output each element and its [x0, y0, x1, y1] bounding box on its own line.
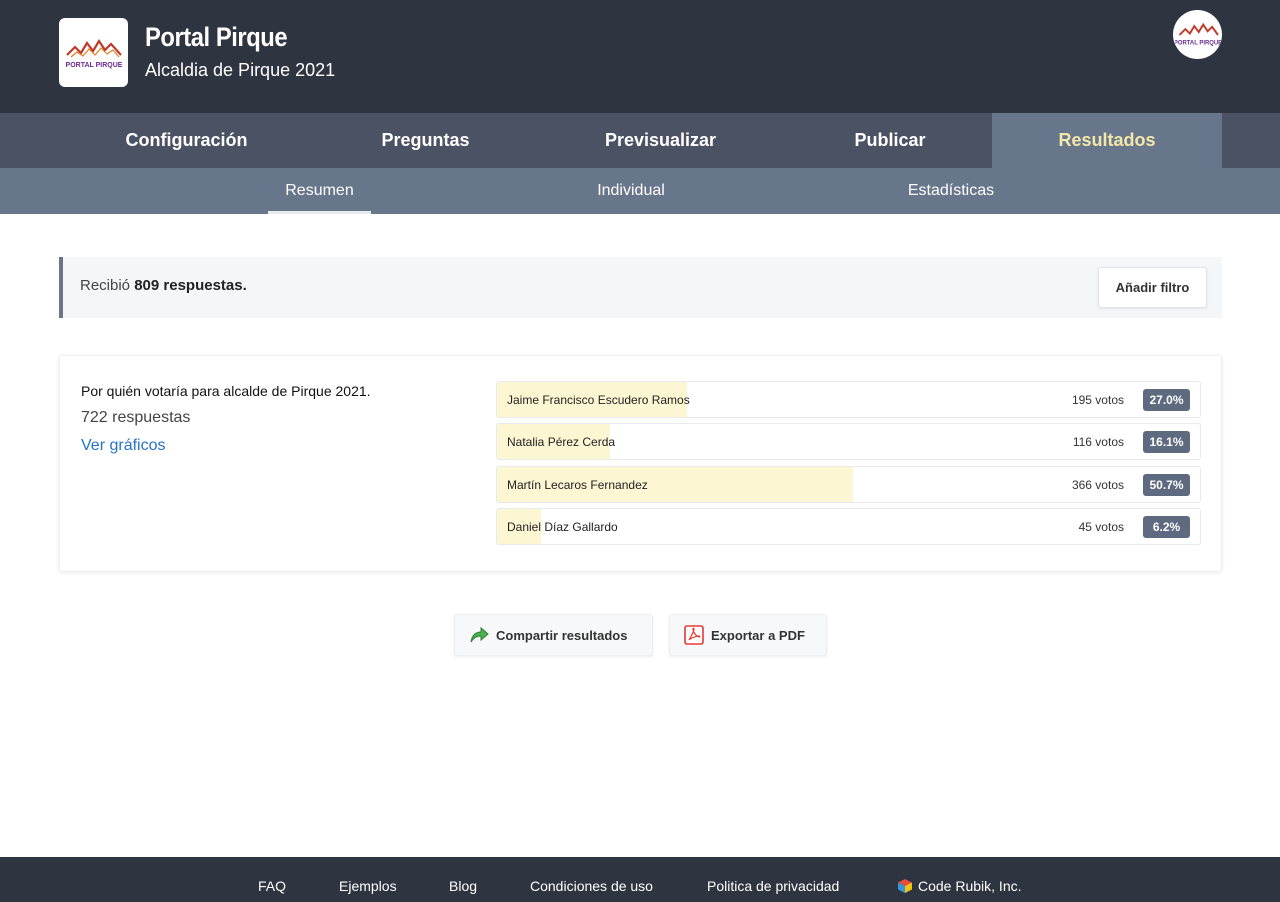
- share-results-button[interactable]: Compartir resultados: [454, 614, 653, 656]
- answer-label: Natalia Pérez Cerda: [507, 435, 616, 449]
- export-pdf-label: Exportar a PDF: [711, 627, 805, 643]
- subtab-resumen[interactable]: Resumen: [268, 168, 371, 214]
- share-results-label: Compartir resultados: [496, 627, 628, 643]
- answer-percent-badge: 6.2%: [1143, 516, 1190, 538]
- tab-previsualizar[interactable]: Previsualizar: [533, 113, 788, 168]
- avatar-logo-text: PORTAL PIRQUE: [1175, 40, 1221, 46]
- tab-publicar[interactable]: Publicar: [788, 113, 992, 168]
- brand-logo[interactable]: PORTAL PIRQUE: [59, 18, 128, 87]
- main-tabs: Configuración Preguntas Previsualizar Pu…: [0, 113, 1280, 168]
- summary-count: 809 respuestas.: [134, 277, 247, 294]
- responses-summary: Recibió 809 respuestas. Añadir filtro: [59, 257, 1222, 318]
- answer-votes: 366 votos: [1071, 478, 1124, 492]
- subtab-individual[interactable]: Individual: [580, 168, 682, 214]
- answer-percent-badge: 50.7%: [1143, 474, 1190, 496]
- answer-percent-badge: 16.1%: [1143, 431, 1190, 453]
- answer-votes: 45 votos: [1078, 520, 1124, 534]
- answer-option: Daniel Díaz Gallardo 45 votos 6.2%: [496, 508, 1201, 545]
- answer-option: Martín Lecaros Fernandez 366 votos 50.7%: [496, 466, 1201, 503]
- share-arrow-icon: [470, 626, 489, 643]
- export-pdf-button[interactable]: Exportar a PDF: [669, 614, 827, 656]
- view-charts-link[interactable]: Ver gráficos: [81, 437, 165, 455]
- summary-text: Recibió 809 respuestas.: [80, 277, 247, 294]
- footer-link-privacidad[interactable]: Politica de privacidad: [707, 878, 839, 894]
- footer-link-condiciones[interactable]: Condiciones de uso: [530, 878, 653, 894]
- sub-tabs: Resumen Individual Estadísticas: [0, 168, 1280, 214]
- pdf-icon: [684, 625, 704, 645]
- footer-link-blog[interactable]: Blog: [449, 878, 477, 894]
- mountain-logo-icon: PORTAL PIRQUE: [65, 38, 122, 69]
- cube-icon: [898, 879, 912, 893]
- answer-option: Natalia Pérez Cerda 116 votos 16.1%: [496, 423, 1201, 460]
- brand-title: Portal Pirque: [145, 22, 288, 52]
- answer-votes: 116 votos: [1072, 435, 1124, 449]
- answer-percent-badge: 27.0%: [1143, 389, 1190, 411]
- footer-company-name: Code Rubik, Inc.: [918, 878, 1022, 894]
- brand-subtitle: Alcaldia de Pirque 2021: [145, 60, 336, 80]
- tab-resultados[interactable]: Resultados: [992, 113, 1222, 168]
- question-response-count: 722 respuestas: [81, 409, 191, 426]
- app-header: PORTAL PIRQUE Portal Pirque Alcaldia de …: [0, 0, 1280, 113]
- summary-prefix: Recibió: [80, 277, 131, 294]
- question-card: Por quién votaría para alcalde de Pirque…: [59, 355, 1222, 572]
- tab-configuracion[interactable]: Configuración: [55, 113, 318, 168]
- user-avatar[interactable]: PORTAL PIRQUE: [1173, 10, 1222, 59]
- footer-company-link[interactable]: Code Rubik, Inc.: [897, 878, 1022, 894]
- answer-votes: 195 votos: [1071, 393, 1124, 407]
- app-footer: FAQ Ejemplos Blog Condiciones de uso Pol…: [0, 857, 1280, 902]
- footer-link-ejemplos[interactable]: Ejemplos: [339, 878, 397, 894]
- answer-label: Daniel Díaz Gallardo: [507, 520, 618, 534]
- avatar-logo-icon: PORTAL PIRQUE: [1175, 22, 1221, 46]
- footer-link-faq[interactable]: FAQ: [258, 878, 286, 894]
- answer-label: Jaime Francisco Escudero Ramos: [507, 393, 690, 407]
- answer-option: Jaime Francisco Escudero Ramos 195 votos…: [496, 381, 1201, 418]
- add-filter-button[interactable]: Añadir filtro: [1098, 267, 1207, 308]
- tab-preguntas[interactable]: Preguntas: [318, 113, 533, 168]
- logo-text: PORTAL PIRQUE: [65, 62, 122, 69]
- question-title: Por quién votaría para alcalde de Pirque…: [81, 383, 371, 399]
- answer-label: Martín Lecaros Fernandez: [507, 478, 648, 492]
- subtab-estadisticas[interactable]: Estadísticas: [896, 168, 1006, 214]
